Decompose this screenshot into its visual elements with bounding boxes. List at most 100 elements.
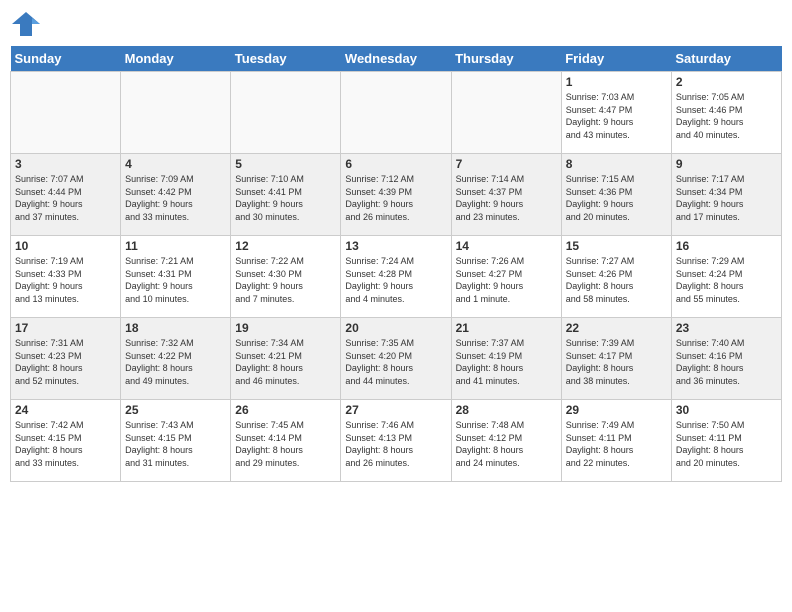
day-info: Sunrise: 7:12 AM Sunset: 4:39 PM Dayligh… xyxy=(345,173,446,223)
day-info: Sunrise: 7:31 AM Sunset: 4:23 PM Dayligh… xyxy=(15,337,116,387)
calendar-day-cell: 13 Sunrise: 7:24 AM Sunset: 4:28 PM Dayli… xyxy=(341,236,451,318)
day-info: Sunrise: 7:34 AM Sunset: 4:21 PM Dayligh… xyxy=(235,337,336,387)
day-info: Sunrise: 7:17 AM Sunset: 4:34 PM Dayligh… xyxy=(676,173,777,223)
calendar-day-cell: 30 Sunrise: 7:50 AM Sunset: 4:11 PM Dayli… xyxy=(671,400,781,482)
calendar-day-cell: 12 Sunrise: 7:22 AM Sunset: 4:30 PM Dayli… xyxy=(231,236,341,318)
day-info: Sunrise: 7:43 AM Sunset: 4:15 PM Dayligh… xyxy=(125,419,226,469)
calendar-day-cell: 10 Sunrise: 7:19 AM Sunset: 4:33 PM Dayli… xyxy=(11,236,121,318)
calendar-week-row: 10 Sunrise: 7:19 AM Sunset: 4:33 PM Dayli… xyxy=(11,236,782,318)
day-info: Sunrise: 7:07 AM Sunset: 4:44 PM Dayligh… xyxy=(15,173,116,223)
day-info: Sunrise: 7:10 AM Sunset: 4:41 PM Dayligh… xyxy=(235,173,336,223)
calendar-day-cell: 1 Sunrise: 7:03 AM Sunset: 4:47 PM Daylig… xyxy=(561,72,671,154)
day-info: Sunrise: 7:09 AM Sunset: 4:42 PM Dayligh… xyxy=(125,173,226,223)
day-number: 30 xyxy=(676,403,777,417)
day-number: 6 xyxy=(345,157,446,171)
day-info: Sunrise: 7:15 AM Sunset: 4:36 PM Dayligh… xyxy=(566,173,667,223)
day-info: Sunrise: 7:49 AM Sunset: 4:11 PM Dayligh… xyxy=(566,419,667,469)
day-info: Sunrise: 7:21 AM Sunset: 4:31 PM Dayligh… xyxy=(125,255,226,305)
day-number: 28 xyxy=(456,403,557,417)
day-info: Sunrise: 7:50 AM Sunset: 4:11 PM Dayligh… xyxy=(676,419,777,469)
col-thursday: Thursday xyxy=(451,46,561,72)
day-number: 8 xyxy=(566,157,667,171)
calendar-day-cell: 17 Sunrise: 7:31 AM Sunset: 4:23 PM Dayli… xyxy=(11,318,121,400)
day-number: 1 xyxy=(566,75,667,89)
calendar-page: Sunday Monday Tuesday Wednesday Thursday… xyxy=(0,0,792,612)
calendar-day-cell xyxy=(341,72,451,154)
day-number: 24 xyxy=(15,403,116,417)
day-info: Sunrise: 7:37 AM Sunset: 4:19 PM Dayligh… xyxy=(456,337,557,387)
col-saturday: Saturday xyxy=(671,46,781,72)
day-number: 22 xyxy=(566,321,667,335)
day-info: Sunrise: 7:45 AM Sunset: 4:14 PM Dayligh… xyxy=(235,419,336,469)
col-wednesday: Wednesday xyxy=(341,46,451,72)
col-tuesday: Tuesday xyxy=(231,46,341,72)
logo-icon xyxy=(10,10,42,38)
day-number: 14 xyxy=(456,239,557,253)
col-sunday: Sunday xyxy=(11,46,121,72)
calendar-week-row: 17 Sunrise: 7:31 AM Sunset: 4:23 PM Dayli… xyxy=(11,318,782,400)
calendar-day-cell: 19Sunrise: 7:34 AM Sunset: 4:21 PM Dayli… xyxy=(231,318,341,400)
day-number: 25 xyxy=(125,403,226,417)
calendar-day-cell: 25 Sunrise: 7:43 AM Sunset: 4:15 PM Dayli… xyxy=(121,400,231,482)
day-number: 23 xyxy=(676,321,777,335)
calendar-day-cell xyxy=(451,72,561,154)
calendar-day-cell xyxy=(231,72,341,154)
day-number: 12 xyxy=(235,239,336,253)
day-number: 5 xyxy=(235,157,336,171)
calendar-day-cell: 6 Sunrise: 7:12 AM Sunset: 4:39 PM Daylig… xyxy=(341,154,451,236)
day-info: Sunrise: 7:03 AM Sunset: 4:47 PM Dayligh… xyxy=(566,91,667,141)
day-info: Sunrise: 7:29 AM Sunset: 4:24 PM Dayligh… xyxy=(676,255,777,305)
calendar-day-cell xyxy=(121,72,231,154)
day-number: 18 xyxy=(125,321,226,335)
day-info: Sunrise: 7:26 AM Sunset: 4:27 PM Dayligh… xyxy=(456,255,557,305)
calendar-day-cell xyxy=(11,72,121,154)
day-number: 27 xyxy=(345,403,446,417)
calendar-day-cell: 5 Sunrise: 7:10 AM Sunset: 4:41 PM Daylig… xyxy=(231,154,341,236)
day-number: 7 xyxy=(456,157,557,171)
calendar-day-cell: 24 Sunrise: 7:42 AM Sunset: 4:15 PM Dayli… xyxy=(11,400,121,482)
day-info: Sunrise: 7:05 AM Sunset: 4:46 PM Dayligh… xyxy=(676,91,777,141)
day-info: Sunrise: 7:22 AM Sunset: 4:30 PM Dayligh… xyxy=(235,255,336,305)
calendar-day-cell: 15Sunrise: 7:27 AM Sunset: 4:26 PM Dayli… xyxy=(561,236,671,318)
calendar-day-cell: 21 Sunrise: 7:37 AM Sunset: 4:19 PM Dayli… xyxy=(451,318,561,400)
day-number: 11 xyxy=(125,239,226,253)
calendar-day-cell: 2 Sunrise: 7:05 AM Sunset: 4:46 PM Daylig… xyxy=(671,72,781,154)
day-number: 20 xyxy=(345,321,446,335)
calendar-day-cell: 3 Sunrise: 7:07 AM Sunset: 4:44 PM Daylig… xyxy=(11,154,121,236)
day-info: Sunrise: 7:40 AM Sunset: 4:16 PM Dayligh… xyxy=(676,337,777,387)
calendar-day-cell: 23 Sunrise: 7:40 AM Sunset: 4:16 PM Dayli… xyxy=(671,318,781,400)
day-info: Sunrise: 7:42 AM Sunset: 4:15 PM Dayligh… xyxy=(15,419,116,469)
calendar-day-cell: 7 Sunrise: 7:14 AM Sunset: 4:37 PM Daylig… xyxy=(451,154,561,236)
day-number: 13 xyxy=(345,239,446,253)
calendar-day-cell: 18 Sunrise: 7:32 AM Sunset: 4:22 PM Dayli… xyxy=(121,318,231,400)
calendar-week-row: 24 Sunrise: 7:42 AM Sunset: 4:15 PM Dayli… xyxy=(11,400,782,482)
calendar-day-cell: 28 Sunrise: 7:48 AM Sunset: 4:12 PM Dayli… xyxy=(451,400,561,482)
day-info: Sunrise: 7:27 AM Sunset: 4:26 PM Dayligh… xyxy=(566,255,667,305)
day-number: 29 xyxy=(566,403,667,417)
day-number: 17 xyxy=(15,321,116,335)
calendar-table: Sunday Monday Tuesday Wednesday Thursday… xyxy=(10,46,782,482)
day-info: Sunrise: 7:24 AM Sunset: 4:28 PM Dayligh… xyxy=(345,255,446,305)
day-number: 3 xyxy=(15,157,116,171)
col-friday: Friday xyxy=(561,46,671,72)
calendar-day-cell: 9Sunrise: 7:17 AM Sunset: 4:34 PM Daylig… xyxy=(671,154,781,236)
day-info: Sunrise: 7:32 AM Sunset: 4:22 PM Dayligh… xyxy=(125,337,226,387)
calendar-week-row: 1 Sunrise: 7:03 AM Sunset: 4:47 PM Daylig… xyxy=(11,72,782,154)
day-number: 26 xyxy=(235,403,336,417)
day-info: Sunrise: 7:14 AM Sunset: 4:37 PM Dayligh… xyxy=(456,173,557,223)
day-info: Sunrise: 7:35 AM Sunset: 4:20 PM Dayligh… xyxy=(345,337,446,387)
day-info: Sunrise: 7:48 AM Sunset: 4:12 PM Dayligh… xyxy=(456,419,557,469)
day-number: 10 xyxy=(15,239,116,253)
calendar-day-cell: 29 Sunrise: 7:49 AM Sunset: 4:11 PM Dayli… xyxy=(561,400,671,482)
calendar-day-cell: 11 Sunrise: 7:21 AM Sunset: 4:31 PM Dayli… xyxy=(121,236,231,318)
calendar-day-cell: 4Sunrise: 7:09 AM Sunset: 4:42 PM Daylig… xyxy=(121,154,231,236)
day-info: Sunrise: 7:19 AM Sunset: 4:33 PM Dayligh… xyxy=(15,255,116,305)
day-info: Sunrise: 7:46 AM Sunset: 4:13 PM Dayligh… xyxy=(345,419,446,469)
day-number: 16 xyxy=(676,239,777,253)
day-number: 21 xyxy=(456,321,557,335)
calendar-day-cell: 8 Sunrise: 7:15 AM Sunset: 4:36 PM Daylig… xyxy=(561,154,671,236)
calendar-day-cell: 14 Sunrise: 7:26 AM Sunset: 4:27 PM Dayli… xyxy=(451,236,561,318)
day-number: 2 xyxy=(676,75,777,89)
calendar-day-cell: 22Sunrise: 7:39 AM Sunset: 4:17 PM Dayli… xyxy=(561,318,671,400)
page-header xyxy=(10,10,782,38)
